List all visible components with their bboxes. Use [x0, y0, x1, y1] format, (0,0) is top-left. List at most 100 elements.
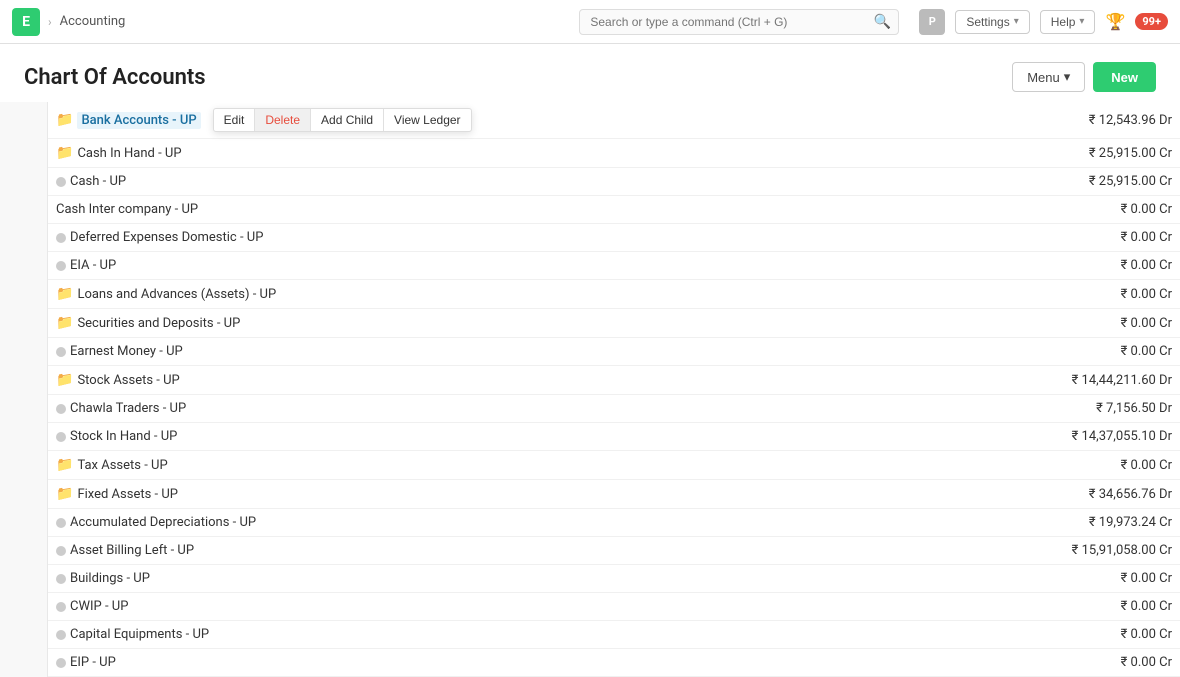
menu-button[interactable]: Menu ▾ [1012, 62, 1085, 92]
circle-icon [56, 347, 66, 357]
amount-cell: ₹ 0.00 Cr [939, 451, 1180, 480]
circle-icon [56, 574, 66, 584]
account-name: CWIP - UP [70, 599, 128, 614]
amount-cell: ₹ 12,543.96 Dr [939, 102, 1180, 139]
new-button[interactable]: New [1093, 62, 1156, 92]
table-row[interactable]: Chawla Traders - UP ₹ 7,156.50 Dr [48, 395, 1180, 423]
folder-icon: 📁 [56, 112, 73, 128]
amount-cell: ₹ 7,156.50 Dr [939, 395, 1180, 423]
account-name: Stock In Hand - UP [70, 429, 177, 444]
circle-icon [56, 658, 66, 668]
folder-icon: 📁 [56, 286, 73, 302]
account-name: Earnest Money - UP [70, 344, 183, 359]
table-row[interactable]: 📁Securities and Deposits - UP₹ 0.00 Cr [48, 309, 1180, 338]
folder-icon: 📁 [56, 315, 73, 331]
trophy-icon: 🏆 [1105, 12, 1125, 31]
table-row[interactable]: Asset Billing Left - UP ₹ 15,91,058.00 Cr [48, 537, 1180, 565]
table-row[interactable]: Deferred Expenses Domestic - UP₹ 0.00 Cr [48, 224, 1180, 252]
amount-cell: ₹ 19,973.24 Cr [939, 509, 1180, 537]
account-name: Cash - UP [70, 174, 126, 189]
settings-button[interactable]: Settings ▾ [955, 10, 1029, 34]
table-row[interactable]: 📁 Loans and Advances (Assets) - UP ₹ 0.00 … [48, 280, 1180, 309]
table-row[interactable]: Earnest Money - UP₹ 0.00 Cr [48, 338, 1180, 366]
account-name: Fixed Assets - UP [77, 487, 178, 502]
table-row[interactable]: EIA - UP ₹ 0.00 Cr [48, 252, 1180, 280]
account-name-cell: 📁 Securities and Deposits - UP [56, 315, 931, 331]
folder-icon: 📁 [56, 486, 73, 502]
account-name-cell: Cash - UP [56, 174, 931, 189]
account-name-cell: 📁 Loans and Advances (Assets) - UP [56, 286, 931, 302]
account-name: Bank Accounts - UP [77, 112, 200, 129]
account-name: Stock Assets - UP [77, 373, 179, 388]
table-row[interactable]: 📁Fixed Assets - UP₹ 34,656.76 Dr [48, 480, 1180, 509]
app-icon[interactable]: E [12, 8, 40, 36]
amount-cell: ₹ 14,44,211.60 Dr [939, 366, 1180, 395]
amount-cell: ₹ 14,37,055.10 Dr [939, 423, 1180, 451]
account-name: Capital Equipments - UP [70, 627, 209, 642]
edit-button[interactable]: Edit [214, 109, 256, 131]
table-row[interactable]: 📁Tax Assets - UP₹ 0.00 Cr [48, 451, 1180, 480]
account-name: Cash In Hand - UP [77, 146, 181, 161]
account-name-cell: Deferred Expenses Domestic - UP [56, 230, 931, 245]
account-name: Deferred Expenses Domestic - UP [70, 230, 263, 245]
table-row[interactable]: Accumulated Depreciations - UP ₹ 19,973.2… [48, 509, 1180, 537]
accounts-list: 📁Bank Accounts - UP Edit Delete Add Chil… [48, 102, 1180, 677]
amount-cell: ₹ 0.00 Cr [939, 649, 1180, 677]
account-name-cell: Chawla Traders - UP [56, 401, 931, 416]
table-row[interactable]: Cash - UP ₹ 25,915.00 Cr [48, 168, 1180, 196]
circle-icon [56, 546, 66, 556]
account-name: Asset Billing Left - UP [70, 543, 194, 558]
account-name-cell: Buildings - UP [56, 571, 931, 586]
add-child-button[interactable]: Add Child [311, 109, 384, 131]
account-name-cell: EIA - UP [56, 258, 931, 273]
circle-icon [56, 602, 66, 612]
circle-icon [56, 630, 66, 640]
amount-cell: ₹ 0.00 Cr [939, 565, 1180, 593]
circle-icon [56, 261, 66, 271]
folder-icon: 📁 [56, 372, 73, 388]
search-input[interactable] [579, 9, 899, 35]
sidebar [0, 102, 48, 677]
amount-cell: ₹ 25,915.00 Cr [939, 168, 1180, 196]
delete-button[interactable]: Delete [255, 109, 311, 131]
account-name-cell: Stock In Hand - UP [56, 429, 931, 444]
amount-cell: ₹ 25,915.00 Cr [939, 139, 1180, 168]
avatar[interactable]: P [919, 9, 945, 35]
nav-module-label: Accounting [60, 14, 126, 29]
table-row[interactable]: 📁Bank Accounts - UP Edit Delete Add Chil… [48, 102, 1180, 139]
amount-cell: ₹ 0.00 Cr [939, 252, 1180, 280]
table-row[interactable]: EIP - UP ₹ 0.00 Cr [48, 649, 1180, 677]
table-row[interactable]: Cash Inter company - UP ₹ 0.00 Cr [48, 196, 1180, 224]
view-ledger-button[interactable]: View Ledger [384, 109, 471, 131]
account-name: Chawla Traders - UP [70, 401, 186, 416]
account-name-cell: Accumulated Depreciations - UP [56, 515, 931, 530]
table-row[interactable]: 📁 Stock Assets - UP ₹ 14,44,211.60 Dr [48, 366, 1180, 395]
account-name: Tax Assets - UP [77, 458, 167, 473]
table-row[interactable]: Capital Equipments - UP₹ 0.00 Cr [48, 621, 1180, 649]
table-row[interactable]: Stock In Hand - UP ₹ 14,37,055.10 Dr [48, 423, 1180, 451]
search-bar: 🔍 [579, 9, 899, 35]
account-name: Securities and Deposits - UP [77, 316, 240, 331]
help-button[interactable]: Help ▾ [1040, 10, 1096, 34]
account-name-cell: 📁 Stock Assets - UP [56, 372, 931, 388]
accounts-table: 📁Bank Accounts - UP Edit Delete Add Chil… [48, 102, 1180, 677]
circle-icon [56, 233, 66, 243]
account-name-cell: 📁Bank Accounts - UP Edit Delete Add Chil… [56, 108, 931, 132]
help-dropdown-icon: ▾ [1079, 16, 1084, 27]
account-name: Loans and Advances (Assets) - UP [77, 287, 276, 302]
amount-cell: ₹ 0.00 Cr [939, 196, 1180, 224]
amount-cell: ₹ 0.00 Cr [939, 280, 1180, 309]
settings-dropdown-icon: ▾ [1014, 16, 1019, 27]
account-name-cell: Cash Inter company - UP [56, 202, 931, 217]
table-row[interactable]: 📁 Cash In Hand - UP ₹ 25,915.00 Cr [48, 139, 1180, 168]
account-name-cell: 📁 Cash In Hand - UP [56, 145, 931, 161]
account-name: EIP - UP [70, 655, 116, 670]
account-name-cell: Asset Billing Left - UP [56, 543, 931, 558]
nav-actions: P Settings ▾ Help ▾ 🏆 99+ [919, 9, 1168, 35]
table-row[interactable]: Buildings - UP ₹ 0.00 Cr [48, 565, 1180, 593]
table-row[interactable]: CWIP - UP₹ 0.00 Cr [48, 593, 1180, 621]
amount-cell: ₹ 15,91,058.00 Cr [939, 537, 1180, 565]
notification-badge[interactable]: 99+ [1135, 13, 1168, 30]
folder-icon: 📁 [56, 145, 73, 161]
circle-icon [56, 404, 66, 414]
